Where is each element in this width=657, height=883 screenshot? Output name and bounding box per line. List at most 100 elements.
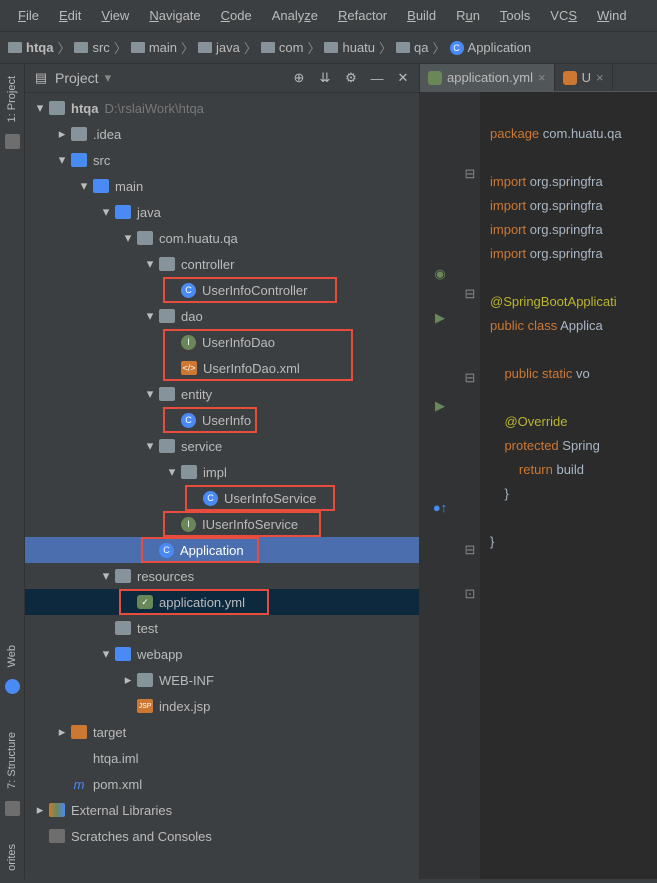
menu-view[interactable]: View	[91, 4, 139, 27]
close-icon[interactable]: ✕	[395, 70, 411, 86]
minimize-icon[interactable]: —	[369, 70, 385, 86]
run-gutter-icon[interactable]: ◉	[434, 266, 445, 282]
tree-java[interactable]: java	[25, 199, 419, 225]
tree-scratchesandconsoles[interactable]: Scratches and Consoles	[25, 823, 419, 849]
structure-tab[interactable]: 7: Structure	[3, 724, 21, 797]
tree-pomxml[interactable]: mpom.xml	[25, 771, 419, 797]
tree-application[interactable]: CApplication	[25, 537, 419, 563]
tree-webapp[interactable]: webapp	[25, 641, 419, 667]
project-panel: ▤ Project ▾ ⊕ ⇊ ⚙ — ✕ htqaD:\rslaiWork\h…	[25, 64, 420, 879]
fold-icon[interactable]: ⊟	[465, 370, 476, 386]
caret-icon[interactable]	[35, 100, 45, 116]
tree-userinfocontroller[interactable]: CUserInfoController	[25, 277, 419, 303]
tree-htqa[interactable]: htqaD:\rslaiWork\htqa	[25, 95, 419, 121]
caret-icon[interactable]	[57, 126, 67, 142]
editor-panel: application.yml×U× ◉ ▶ ▶ ●↑ ⊟ ⊟ ⊟ ⊟ ⊡	[420, 64, 657, 879]
crumb-src[interactable]: src	[74, 40, 109, 55]
tree-resources[interactable]: resources	[25, 563, 419, 589]
close-tab-icon[interactable]: ×	[596, 70, 604, 85]
menu-navigate[interactable]: Navigate	[139, 4, 210, 27]
tool-icon[interactable]	[5, 134, 20, 149]
tree-webinf[interactable]: WEB-INF	[25, 667, 419, 693]
tree-impl[interactable]: impl	[25, 459, 419, 485]
fold-icon[interactable]: ⊟	[465, 166, 476, 182]
caret-icon[interactable]	[79, 178, 89, 194]
menu-code[interactable]: Code	[211, 4, 262, 27]
caret-icon[interactable]	[123, 672, 133, 688]
caret-icon[interactable]	[101, 204, 111, 220]
tree-controller[interactable]: controller	[25, 251, 419, 277]
tab-applicationyml[interactable]: application.yml×	[420, 64, 555, 91]
menu-tools[interactable]: Tools	[490, 4, 540, 27]
tree-entity[interactable]: entity	[25, 381, 419, 407]
favorites-tab[interactable]: orites	[3, 836, 21, 879]
tree-htqaiml[interactable]: htqa.iml	[25, 745, 419, 771]
fold-icon[interactable]: ⊟	[465, 542, 476, 558]
folder-icon	[396, 42, 410, 53]
caret-icon[interactable]	[145, 438, 155, 454]
settings-icon[interactable]: ⚙	[343, 70, 359, 86]
caret-icon[interactable]	[123, 230, 133, 246]
caret-icon[interactable]	[57, 152, 67, 168]
caret-icon[interactable]	[57, 724, 67, 740]
menu-vcs[interactable]: VCS	[540, 4, 587, 27]
structure-icon[interactable]	[5, 801, 20, 816]
menu-build[interactable]: Build	[397, 4, 446, 27]
tree-service[interactable]: service	[25, 433, 419, 459]
fold-icon[interactable]: ⊟	[465, 286, 476, 302]
tree-dao[interactable]: dao	[25, 303, 419, 329]
crumb-java[interactable]: java	[198, 40, 240, 55]
close-tab-icon[interactable]: ×	[538, 70, 546, 85]
folder-icon	[324, 42, 338, 53]
crumb-qa[interactable]: qa	[396, 40, 428, 55]
tree-comhuatuqa[interactable]: com.huatu.qa	[25, 225, 419, 251]
crumb-com[interactable]: com	[261, 40, 304, 55]
crumb-huatu[interactable]: huatu	[324, 40, 375, 55]
project-tab[interactable]: 1: Project	[3, 68, 21, 130]
web-icon[interactable]	[5, 679, 20, 694]
crumb-application[interactable]: CApplication	[450, 40, 532, 55]
tree-applicationyml[interactable]: ✓application.yml	[25, 589, 419, 615]
crumb-main[interactable]: main	[131, 40, 177, 55]
caret-icon[interactable]	[145, 256, 155, 272]
tree-test[interactable]: test	[25, 615, 419, 641]
caret-icon[interactable]	[35, 802, 45, 818]
caret-icon[interactable]	[101, 646, 111, 662]
fold-end-icon[interactable]: ⊡	[465, 586, 476, 602]
crumb-htqa[interactable]: htqa	[8, 40, 53, 55]
dropdown-icon[interactable]: ▾	[105, 70, 112, 86]
tree-main[interactable]: main	[25, 173, 419, 199]
project-view-icon[interactable]: ▤	[33, 70, 49, 86]
tab-u[interactable]: U×	[555, 64, 613, 91]
caret-icon[interactable]	[101, 568, 111, 584]
web-tab[interactable]: Web	[3, 637, 21, 675]
collapse-icon[interactable]: ⇊	[317, 70, 333, 86]
tree-src[interactable]: src	[25, 147, 419, 173]
menu-file[interactable]: File	[8, 4, 49, 27]
tree-iuserinfoservice[interactable]: IIUserInfoService	[25, 511, 419, 537]
bean-gutter-icon[interactable]: ▶	[435, 310, 445, 326]
caret-icon[interactable]	[145, 386, 155, 402]
menu-wind[interactable]: Wind	[587, 4, 637, 27]
menu-run[interactable]: Run	[446, 4, 490, 27]
menu-analyze[interactable]: Analyze	[262, 4, 328, 27]
target-icon[interactable]: ⊕	[291, 70, 307, 86]
override-icon[interactable]: ●↑	[433, 500, 447, 515]
tree-userinfoservice[interactable]: CUserInfoService	[25, 485, 419, 511]
caret-icon[interactable]	[167, 464, 177, 480]
project-tree[interactable]: htqaD:\rslaiWork\htqa.ideasrcmainjavacom…	[25, 93, 419, 879]
code-editor[interactable]: package com.huatu.qa import org.springfr…	[480, 92, 657, 879]
tree-externallibraries[interactable]: External Libraries	[25, 797, 419, 823]
menu-edit[interactable]: Edit	[49, 4, 91, 27]
caret-icon[interactable]	[145, 308, 155, 324]
tree-userinfodao[interactable]: IUserInfoDao	[25, 329, 419, 355]
interface-icon: I	[181, 335, 196, 350]
tree-userinfo[interactable]: CUserInfo	[25, 407, 419, 433]
tree-indexjsp[interactable]: JSPindex.jsp	[25, 693, 419, 719]
tree-idea[interactable]: .idea	[25, 121, 419, 147]
tree-userinfodaoxml[interactable]: </>UserInfoDao.xml	[25, 355, 419, 381]
folder-icon	[115, 569, 131, 583]
menu-refactor[interactable]: Refactor	[328, 4, 397, 27]
tree-target[interactable]: target	[25, 719, 419, 745]
run-method-icon[interactable]: ▶	[435, 398, 445, 414]
